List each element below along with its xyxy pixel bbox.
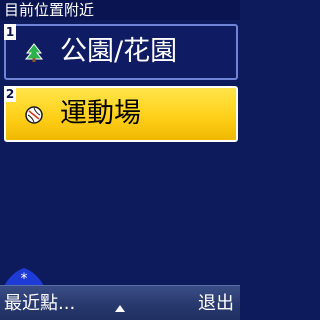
options-tab-icon[interactable]: * — [4, 266, 44, 287]
up-arrow-icon[interactable] — [114, 299, 126, 312]
list-item-parks-gardens[interactable]: 1 公園/花園 — [4, 24, 238, 80]
page-title: 目前位置附近 — [0, 0, 240, 20]
nearest-softkey[interactable]: 最近點... — [4, 286, 75, 320]
item-label: 運動場 — [60, 98, 141, 129]
sports-ball-icon — [24, 105, 44, 125]
item-label: 公園/花園 — [60, 36, 178, 67]
item-index: 2 — [4, 86, 16, 102]
softkey-bar: 最近點... 退出 — [0, 285, 240, 320]
svg-text:*: * — [21, 271, 28, 286]
list-item-stadium[interactable]: 2 運動場 — [4, 86, 238, 142]
screen: 目前位置附近 1 公園/花園 2 運動場 * 最近點... 退出 — [0, 0, 240, 320]
exit-softkey[interactable]: 退出 — [198, 286, 234, 320]
item-index: 1 — [4, 24, 16, 40]
tree-icon — [24, 43, 44, 63]
